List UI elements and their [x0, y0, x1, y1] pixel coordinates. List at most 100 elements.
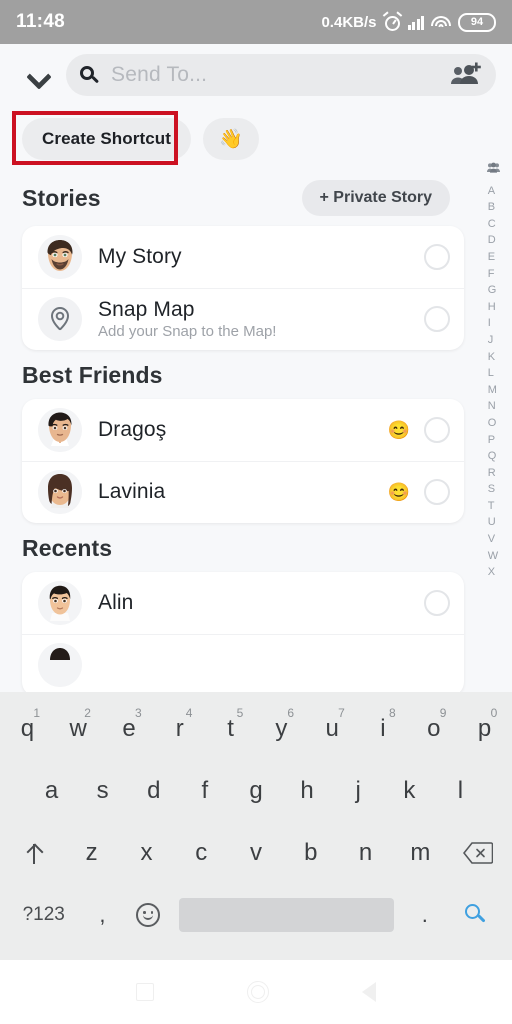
- list-item[interactable]: Dragoş 😊: [22, 399, 464, 461]
- status-time: 11:48: [16, 11, 66, 32]
- list-item[interactable]: Snap Map Add your Snap to the Map!: [22, 288, 464, 350]
- group-icon[interactable]: [486, 162, 500, 176]
- alpha-letter-C[interactable]: C: [488, 218, 499, 230]
- key-q[interactable]: q1: [2, 700, 53, 758]
- list-item-text: Snap Map Add your Snap to the Map!: [98, 298, 276, 340]
- list-item[interactable]: My Story: [22, 226, 464, 288]
- key-o[interactable]: o9: [408, 700, 459, 758]
- key-x[interactable]: x: [119, 824, 174, 882]
- alpha-letter-G[interactable]: G: [488, 285, 499, 296]
- quick-actions-row: Create Shortcut 👋: [0, 113, 512, 165]
- select-checkbox[interactable]: [424, 479, 450, 505]
- alpha-letter-X[interactable]: X: [488, 567, 499, 578]
- comma-key[interactable]: ,: [79, 886, 125, 944]
- recents-square-icon[interactable]: [136, 983, 155, 1001]
- key-k[interactable]: k: [384, 762, 435, 820]
- alpha-letter-I[interactable]: I: [488, 318, 499, 329]
- key-f[interactable]: f: [179, 762, 230, 820]
- keyboard-row-3[interactable]: zxcvbnm: [0, 822, 512, 884]
- symbols-key[interactable]: ?123: [8, 886, 79, 944]
- keyboard-row-4[interactable]: ?123 , .: [0, 884, 512, 946]
- search-input[interactable]: Send To...: [111, 63, 207, 87]
- alpha-letter-P[interactable]: P: [488, 434, 499, 446]
- section-header-stories: Stories + Private Story: [0, 168, 512, 226]
- alpha-letter-D[interactable]: D: [488, 235, 499, 246]
- key-num-5: 5: [236, 706, 244, 720]
- alpha-letter-Q[interactable]: Q: [488, 451, 499, 462]
- key-t[interactable]: t5: [205, 700, 256, 758]
- header-bar: Send To...: [0, 44, 512, 106]
- alpha-letter-W[interactable]: W: [488, 550, 499, 562]
- alpha-letter-H[interactable]: H: [488, 301, 499, 313]
- key-e[interactable]: e3: [104, 700, 155, 758]
- home-circle-icon[interactable]: [246, 981, 269, 1003]
- key-u[interactable]: u7: [307, 700, 358, 758]
- key-n[interactable]: n: [338, 824, 393, 882]
- list-item-text: My Story: [98, 245, 182, 269]
- wave-emoji-button[interactable]: 👋: [203, 118, 259, 160]
- alpha-letter-S[interactable]: S: [488, 484, 499, 495]
- key-m[interactable]: m: [393, 824, 448, 882]
- search-bar[interactable]: Send To...: [66, 54, 496, 96]
- key-a[interactable]: a: [26, 762, 77, 820]
- location-pin-icon: [38, 297, 82, 341]
- key-y[interactable]: y6: [256, 700, 307, 758]
- private-story-button[interactable]: + Private Story: [301, 180, 450, 216]
- key-z[interactable]: z: [64, 824, 119, 882]
- list-item[interactable]: Alin: [22, 572, 464, 634]
- period-key[interactable]: .: [402, 886, 448, 944]
- backspace-icon[interactable]: [448, 824, 508, 882]
- alpha-letter-F[interactable]: F: [488, 268, 499, 280]
- key-p[interactable]: p0: [459, 700, 510, 758]
- key-h[interactable]: h: [282, 762, 333, 820]
- alpha-letter-V[interactable]: V: [488, 534, 499, 545]
- key-s[interactable]: s: [77, 762, 128, 820]
- keyboard-row-1[interactable]: q1w2e3r4t5y6u7i8o9p0: [0, 698, 512, 760]
- key-g[interactable]: g: [230, 762, 281, 820]
- send-to-list[interactable]: Stories + Private Story My Story Snap Ma…: [0, 168, 512, 692]
- alpha-letter-M[interactable]: M: [488, 384, 499, 396]
- collapse-button[interactable]: [16, 53, 60, 97]
- key-c[interactable]: c: [174, 824, 229, 882]
- section-title: Stories: [22, 184, 101, 211]
- list-item[interactable]: Lavinia 😊: [22, 461, 464, 523]
- alpha-letter-R[interactable]: R: [488, 467, 499, 479]
- alpha-letter-B[interactable]: B: [488, 202, 499, 213]
- key-num-9: 9: [439, 706, 447, 720]
- key-i[interactable]: i8: [358, 700, 409, 758]
- on-screen-keyboard[interactable]: q1w2e3r4t5y6u7i8o9p0 asdfghjkl zxcvbnm ?…: [0, 692, 512, 960]
- alpha-letter-A[interactable]: A: [488, 185, 499, 197]
- key-l[interactable]: l: [435, 762, 486, 820]
- alpha-letter-N[interactable]: N: [488, 401, 499, 412]
- key-b[interactable]: b: [283, 824, 338, 882]
- section-title: Best Friends: [22, 362, 163, 388]
- key-d[interactable]: d: [128, 762, 179, 820]
- alpha-letter-T[interactable]: T: [488, 500, 499, 512]
- select-checkbox[interactable]: [424, 417, 450, 443]
- alpha-letter-E[interactable]: E: [488, 251, 499, 263]
- alpha-letter-O[interactable]: O: [488, 417, 499, 429]
- key-v[interactable]: v: [229, 824, 284, 882]
- alpha-letter-K[interactable]: K: [488, 351, 499, 363]
- add-group-icon[interactable]: [450, 62, 484, 88]
- alphabet-index[interactable]: ABCDEFGHIJKLMNOPQRSTUVWX: [480, 162, 506, 692]
- space-key[interactable]: [179, 898, 394, 932]
- back-triangle-icon[interactable]: [361, 982, 376, 1002]
- search-key-icon[interactable]: [448, 886, 504, 944]
- alpha-letter-list[interactable]: ABCDEFGHIJKLMNOPQRSTUVWX: [488, 180, 499, 584]
- key-w[interactable]: w2: [53, 700, 104, 758]
- select-checkbox[interactable]: [424, 244, 450, 270]
- alpha-letter-J[interactable]: J: [488, 334, 499, 346]
- shift-icon[interactable]: [4, 824, 64, 882]
- select-checkbox[interactable]: [424, 306, 450, 332]
- keyboard-row-2[interactable]: asdfghjkl: [0, 760, 512, 822]
- emoji-icon[interactable]: [125, 886, 171, 944]
- list-item[interactable]: [22, 634, 464, 692]
- key-j[interactable]: j: [333, 762, 384, 820]
- android-nav-bar[interactable]: [0, 960, 512, 1024]
- alpha-letter-L[interactable]: L: [488, 368, 499, 379]
- create-shortcut-button[interactable]: Create Shortcut: [22, 118, 192, 160]
- key-r[interactable]: r4: [154, 700, 205, 758]
- select-checkbox[interactable]: [424, 590, 450, 616]
- alpha-letter-U[interactable]: U: [488, 517, 499, 528]
